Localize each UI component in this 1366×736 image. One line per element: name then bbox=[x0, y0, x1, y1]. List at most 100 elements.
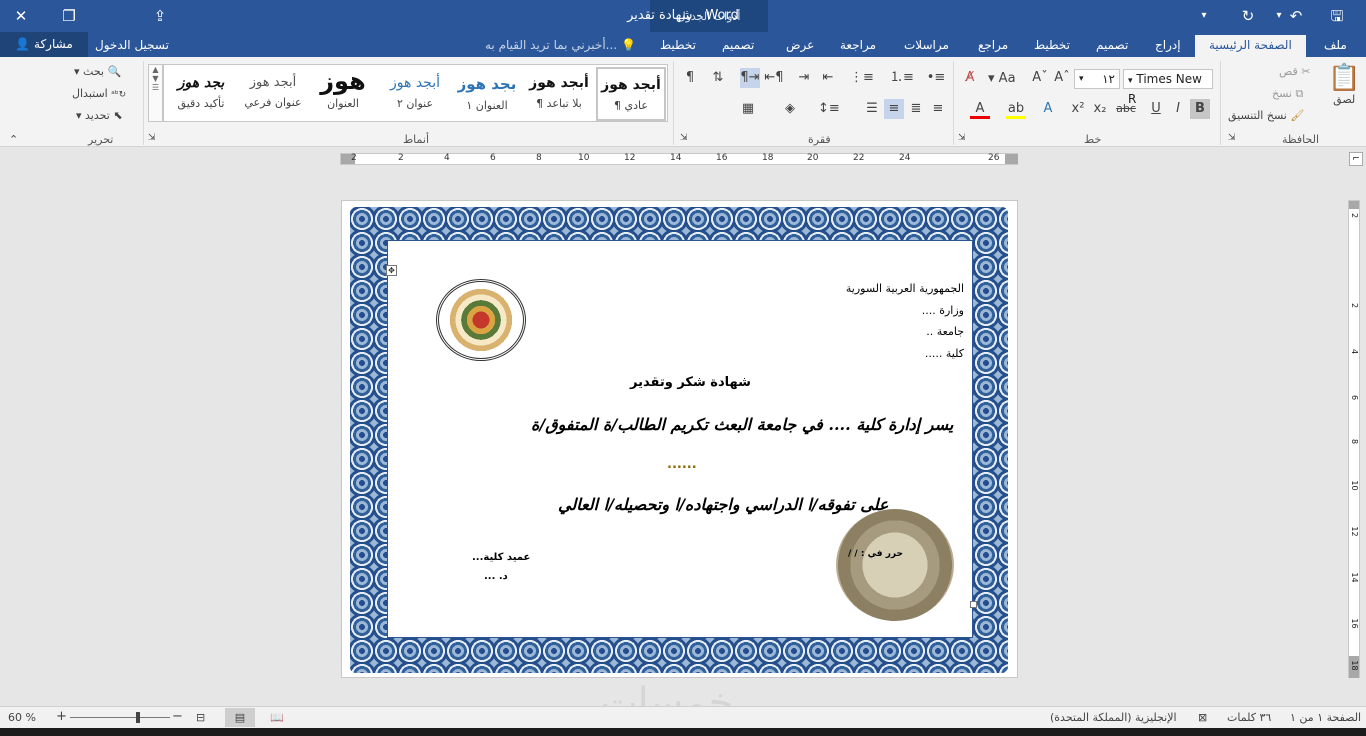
copy-button[interactable]: نسخ ⧉ bbox=[1272, 87, 1303, 101]
style-no-spacing[interactable]: أبجد هوز ¶ بلا تباعد bbox=[524, 67, 594, 121]
bold-button[interactable]: B bbox=[1190, 99, 1210, 119]
paintbrush-icon: 🖌 bbox=[1290, 109, 1305, 122]
style-preview: بجد هوز bbox=[457, 75, 517, 93]
style-heading-2[interactable]: أبجد هوز عنوان ٢ bbox=[380, 67, 450, 121]
font-size-select[interactable]: ▾ ١٢ bbox=[1074, 69, 1120, 89]
styles-gallery-scroll[interactable]: ▲ ▼ ☰ bbox=[148, 64, 163, 122]
replace-label: استبدال bbox=[72, 87, 108, 100]
change-case-button[interactable]: ▾ Aa bbox=[988, 71, 1016, 86]
numbering-icon[interactable]: ⒈≡ bbox=[890, 68, 914, 88]
bullets-icon[interactable]: •≡ bbox=[926, 68, 946, 88]
document-page[interactable]: ✥ الجمهورية العربية السورية وزارة .... ج… bbox=[341, 200, 1018, 678]
zoom-out-button[interactable]: − bbox=[172, 709, 183, 724]
certificate-line-1: يسر إدارة كلية .... في جامعة البعث تكريم… bbox=[531, 415, 954, 434]
copy-label: نسخ bbox=[1272, 87, 1292, 100]
cut-button[interactable]: قص ✂ bbox=[1279, 65, 1310, 78]
header-line-country: الجمهورية العربية السورية bbox=[845, 282, 964, 295]
increase-indent-icon[interactable]: ⇥ bbox=[794, 68, 814, 88]
style-heading-1[interactable]: بجد هوز العنوان ١ bbox=[452, 67, 522, 121]
tab-home[interactable]: الصفحة الرئيسية bbox=[1195, 35, 1306, 57]
align-right-icon[interactable]: ≡ bbox=[928, 99, 948, 119]
subscript-button[interactable]: x₂ bbox=[1090, 99, 1110, 119]
table-resize-handle[interactable] bbox=[970, 601, 977, 608]
rtl-direction-icon[interactable]: ⇤¶ bbox=[764, 68, 784, 88]
zoom-slider-thumb[interactable] bbox=[136, 712, 140, 723]
tab-mailings[interactable]: مراسلات bbox=[900, 35, 953, 57]
language-status[interactable]: الإنجليزية (المملكة المتحدة) bbox=[1050, 711, 1177, 724]
format-painter-button[interactable]: نسخ التنسيق 🖌 bbox=[1228, 109, 1304, 122]
italic-button[interactable]: I bbox=[1168, 99, 1188, 119]
line-spacing-icon[interactable]: ↕≡ bbox=[818, 99, 840, 119]
highlight-icon[interactable]: ab bbox=[1006, 99, 1026, 119]
style-name: العنوان bbox=[327, 97, 359, 110]
proofing-icon[interactable]: ⊠ bbox=[1198, 711, 1207, 724]
styles-dialog-launcher-icon[interactable]: ⇲ bbox=[148, 133, 156, 143]
redo-icon[interactable]: ↻ bbox=[1237, 5, 1259, 27]
zoom-slider[interactable] bbox=[70, 717, 170, 718]
tab-table-layout[interactable]: تخطيط bbox=[656, 35, 700, 57]
tab-table-design[interactable]: تصميم bbox=[718, 35, 758, 57]
tab-layout[interactable]: تخطيط bbox=[1030, 35, 1074, 57]
style-subtle-emphasis[interactable]: بجد هوز تأكيد دقيق bbox=[166, 67, 236, 121]
align-center-icon[interactable]: ≡ bbox=[884, 99, 904, 119]
justify-icon[interactable]: ☰ bbox=[862, 99, 882, 119]
ribbon-tabs: 👤 مشاركة تسجيل الدخول أخبرني بما تريد ال… bbox=[0, 32, 1366, 57]
save-icon[interactable]: 🖫 bbox=[1326, 5, 1348, 27]
focus-mode-icon[interactable]: ⊟ bbox=[196, 711, 205, 724]
sign-in-link[interactable]: تسجيل الدخول bbox=[95, 38, 169, 52]
style-title[interactable]: هوز العنوان bbox=[308, 67, 378, 121]
status-bar: 60 % + − ⊟ ▤ 📖 الإنجليزية (المملكة المتح… bbox=[0, 706, 1366, 728]
font-name-select[interactable]: ▾ Times New R bbox=[1123, 69, 1213, 106]
tab-insert[interactable]: إدراج bbox=[1151, 35, 1185, 57]
text-effects-icon[interactable]: A bbox=[1038, 99, 1058, 119]
vertical-ruler[interactable]: 2 2 4 6 8 10 12 14 16 18 bbox=[1348, 200, 1360, 678]
superscript-button[interactable]: x² bbox=[1068, 99, 1088, 119]
tab-view[interactable]: عرض bbox=[782, 35, 818, 57]
find-button[interactable]: ▾ بحث 🔍 bbox=[74, 65, 121, 78]
certificate-body[interactable]: ✥ الجمهورية العربية السورية وزارة .... ج… bbox=[386, 240, 977, 638]
horizontal-ruler[interactable]: 2 2 4 6 8 10 12 14 16 18 20 22 24 26 bbox=[340, 153, 1018, 165]
replace-button[interactable]: استبدال ᵃᵇ↻ bbox=[72, 87, 126, 100]
ruler-toggle-icon[interactable]: ⌐ bbox=[1349, 152, 1363, 166]
paste-button[interactable]: 📋 لصق bbox=[1328, 63, 1360, 106]
word-count[interactable]: ٣٦ كلمات bbox=[1227, 711, 1271, 724]
borders-icon[interactable]: ▦ bbox=[738, 99, 758, 119]
align-left-icon[interactable]: ≣ bbox=[906, 99, 926, 119]
collapse-ribbon-icon[interactable]: ⌃ bbox=[9, 133, 18, 146]
styles-gallery: بجد هوز تأكيد دقيق أبجد هوز عنوان فرعي ه… bbox=[163, 64, 668, 122]
table-move-handle-icon[interactable]: ✥ bbox=[386, 265, 397, 276]
clipboard-dialog-launcher-icon[interactable]: ⇲ bbox=[1228, 133, 1236, 143]
undo-icon[interactable]: ↶ bbox=[1285, 5, 1307, 27]
style-normal[interactable]: أبجد هوز ¶ عادي bbox=[596, 67, 666, 121]
print-layout-icon[interactable]: ▤ bbox=[225, 708, 255, 727]
read-mode-icon[interactable]: 📖 bbox=[262, 708, 292, 727]
underline-button[interactable]: U bbox=[1146, 99, 1166, 119]
ltr-direction-icon[interactable]: ¶⇥ bbox=[740, 68, 760, 88]
paragraph-dialog-launcher-icon[interactable]: ⇲ bbox=[680, 133, 688, 143]
clear-formatting-icon[interactable]: A̸ bbox=[960, 68, 980, 88]
share-button[interactable]: 👤 مشاركة bbox=[0, 32, 88, 57]
zoom-in-button[interactable]: + bbox=[56, 709, 67, 724]
sort-icon[interactable]: ⇅ bbox=[708, 68, 728, 88]
multilevel-list-icon[interactable]: ⋮≡ bbox=[850, 68, 874, 88]
zoom-level[interactable]: 60 % bbox=[8, 711, 36, 724]
decrease-indent-icon[interactable]: ⇤ bbox=[818, 68, 838, 88]
ruler-tick: 6 bbox=[1350, 394, 1359, 401]
grow-font-icon[interactable]: Aˆ bbox=[1052, 68, 1072, 88]
pilcrow-icon[interactable]: ¶ bbox=[680, 68, 700, 88]
select-button[interactable]: ▾ تحديد ⬉ bbox=[76, 109, 123, 122]
style-subtitle[interactable]: أبجد هوز عنوان فرعي bbox=[238, 67, 308, 121]
tab-references[interactable]: مراجع bbox=[974, 35, 1012, 57]
font-dialog-launcher-icon[interactable]: ⇲ bbox=[958, 133, 966, 143]
strikethrough-button[interactable]: abc bbox=[1114, 99, 1138, 119]
page-number[interactable]: الصفحة ١ من ١ bbox=[1290, 711, 1361, 724]
shrink-font-icon[interactable]: Aˇ bbox=[1030, 68, 1050, 88]
tell-me-box[interactable]: أخبرني بما تريد القيام به... 💡 bbox=[485, 38, 636, 52]
tab-review[interactable]: مراجعة bbox=[836, 35, 880, 57]
tab-file[interactable]: ملف bbox=[1320, 35, 1351, 57]
font-color-icon[interactable]: A bbox=[970, 99, 990, 119]
tab-design[interactable]: تصميم bbox=[1092, 35, 1132, 57]
shading-icon[interactable]: ◈ bbox=[780, 99, 800, 119]
quick-access-customize-icon[interactable]: ▾ bbox=[1193, 5, 1215, 27]
paragraph-group-label: فقرة bbox=[808, 133, 831, 146]
